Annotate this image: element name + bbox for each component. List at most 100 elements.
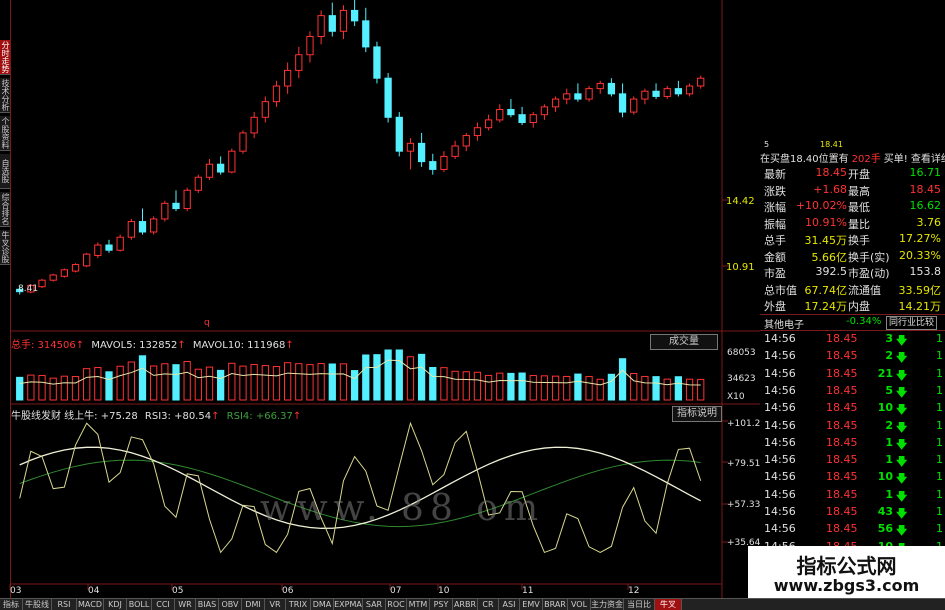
tick-time: 14:56: [764, 487, 796, 501]
bottom-tab-12[interactable]: TRIX: [286, 599, 311, 610]
quote-row: 总手 31.45万 换手 17.27%: [760, 232, 945, 249]
tick-time: 14:56: [764, 453, 796, 467]
bottom-tab-11[interactable]: VR: [265, 599, 286, 610]
bottom-tab-15[interactable]: SAR: [363, 599, 386, 610]
quote-value: 18.45: [909, 182, 942, 196]
candle-body: [496, 108, 504, 121]
volume-bar: [429, 366, 437, 401]
tick-row: 14:56 18.45 10🡇 1: [760, 401, 945, 420]
quote-value: 16.71: [909, 166, 942, 179]
bottom-tab-13[interactable]: DMA: [311, 599, 334, 610]
volume-button[interactable]: 成交量: [650, 334, 718, 350]
quote-value: 18.45: [815, 166, 848, 179]
candle-body: [272, 85, 281, 103]
candle-body: [127, 221, 135, 238]
order-notice-text: 在买盘18.40位置有: [760, 154, 849, 165]
volume-bar: [607, 373, 616, 401]
candle-body: [618, 93, 627, 113]
tick-count: 1: [936, 435, 943, 449]
bottom-tab-18[interactable]: PSY: [430, 599, 453, 610]
quote-label: 市盈: [764, 267, 786, 280]
tick-row: 14:56 18.45 43 🡇 1: [760, 505, 945, 524]
bottom-tab-7[interactable]: WR: [175, 599, 196, 610]
tick-price: 18.45: [826, 366, 858, 380]
sector-change: -0.34%: [846, 316, 882, 327]
bottom-tab-14[interactable]: EXPMA: [334, 599, 363, 610]
volume-bar: [205, 366, 214, 401]
bottom-tab-23[interactable]: BRAR: [543, 599, 568, 610]
quote-value: 392.5: [815, 265, 848, 278]
candle-body: [585, 88, 593, 100]
bottom-tab-5[interactable]: BOLL: [127, 599, 152, 610]
ind-axis-2: +79.51: [727, 459, 761, 469]
quote-value: 67.74亿: [804, 283, 848, 297]
bottom-tab-21[interactable]: ASI: [499, 599, 520, 610]
volume-bar: [295, 363, 303, 401]
volume-bar: [652, 376, 660, 401]
volume-bar: [49, 377, 57, 401]
volume-bar: [496, 372, 504, 401]
volume-bar: [94, 367, 102, 401]
bottom-tab-6[interactable]: CCI: [152, 599, 175, 610]
bottom-tab-0[interactable]: 指标: [0, 599, 23, 610]
volume-bar: [284, 362, 292, 401]
volume-bar: [596, 378, 604, 401]
bottom-tab-26[interactable]: 当日比较: [624, 599, 655, 610]
candle-body: [574, 93, 582, 100]
volume-bar: [563, 375, 571, 401]
tick-time: 14:56: [764, 366, 796, 380]
bottom-tab-16[interactable]: ROC: [386, 599, 407, 610]
candle-body: [83, 253, 91, 267]
candle-body: [306, 35, 314, 56]
candle-body: [507, 108, 515, 116]
quote-value: 3.76: [916, 215, 942, 229]
volume-bar: [183, 361, 191, 401]
volume-bar: [60, 375, 68, 401]
sector-name: 其他电子: [764, 320, 804, 331]
candle-body: [38, 279, 46, 288]
bottom-tab-10[interactable]: DMI: [242, 599, 265, 610]
candle-body: [183, 189, 191, 210]
tick-time: 14:56: [764, 505, 796, 518]
volume-bar: [138, 355, 147, 401]
quote-value: 5.66亿: [811, 250, 848, 264]
indicator-help-button[interactable]: 指标说明: [672, 406, 722, 422]
quote-value: 20.33%: [899, 248, 941, 262]
bottom-tab-27[interactable]: 牛叉: [655, 599, 682, 610]
bottom-tab-17[interactable]: MTM: [407, 599, 430, 610]
bottom-tab-8[interactable]: BIAS: [196, 599, 219, 610]
candle-body: [473, 127, 482, 137]
volume-bar: [105, 371, 113, 401]
ind-axis-1: +101.2: [727, 419, 761, 429]
tick-volume: 10: [877, 470, 893, 484]
order-notice-qty: 202手: [851, 154, 881, 165]
bottom-tab-19[interactable]: ARBR: [453, 599, 478, 610]
bottom-tab-20[interactable]: CR: [478, 599, 499, 610]
quote-label: 涨跌: [764, 184, 786, 198]
tick-count: 1: [936, 366, 943, 380]
tick-row: 14:56 18.45 56 🡇 1: [760, 522, 945, 541]
bottom-tab-22[interactable]: EMV: [520, 599, 543, 610]
order-notice[interactable]: 在买盘18.40位置有 202手 买单! 查看详细: [760, 150, 945, 165]
tick-time: 14:56: [764, 401, 796, 415]
candle-body: [362, 20, 370, 48]
bottom-tab-1[interactable]: 牛股线: [23, 599, 52, 610]
down-arrow-icon: 🡇: [896, 334, 908, 347]
bottom-tab-25[interactable]: 主力资金: [591, 599, 624, 610]
bottom-tab-2[interactable]: RSI: [52, 599, 77, 610]
candle-body: [607, 82, 616, 95]
x-axis-label: 04: [88, 586, 100, 596]
sector-compare-button[interactable]: 同行业比较: [886, 316, 938, 330]
ind-axis-3: +57.33: [727, 500, 761, 510]
candle-body: [161, 202, 169, 220]
candle-body: [417, 142, 426, 163]
bottom-tab-9[interactable]: OBV: [219, 599, 242, 610]
volume-bar: [317, 363, 325, 401]
bottom-tab-3[interactable]: MACD: [77, 599, 104, 610]
tick-count: 1: [936, 470, 943, 484]
volume-bar: [451, 370, 459, 401]
tick-count: 1: [936, 418, 943, 432]
bottom-tab-24[interactable]: VOL: [568, 599, 591, 610]
bottom-tab-4[interactable]: KDJ: [104, 599, 127, 610]
candle-body: [339, 9, 348, 32]
